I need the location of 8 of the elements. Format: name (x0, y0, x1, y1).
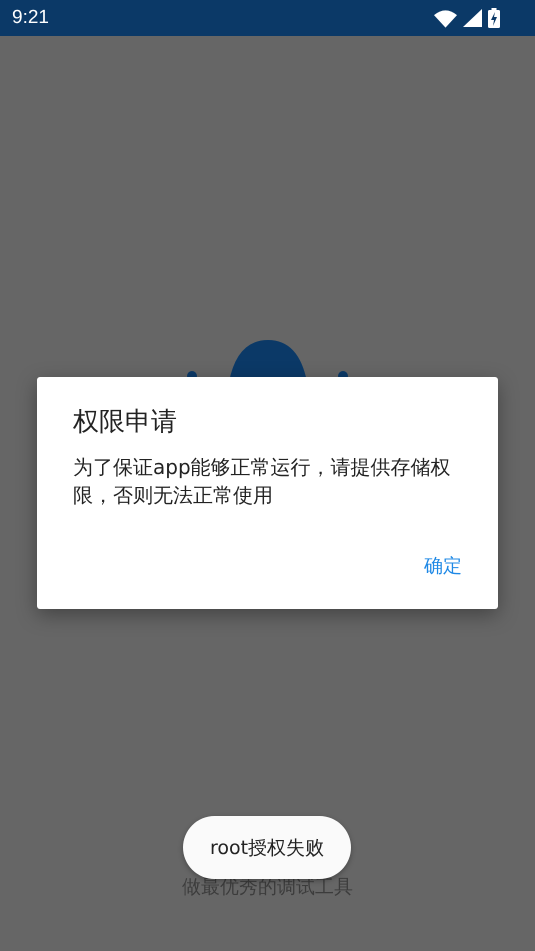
status-time: 9:21 (12, 7, 49, 29)
signal-icon (463, 9, 482, 27)
battery-charging-icon (488, 8, 500, 28)
dialog-title: 权限申请 (73, 406, 178, 439)
wifi-icon (434, 8, 457, 28)
dialog-message: 为了保证app能够正常运行，请提供存储权限，否则无法正常使用 (73, 454, 452, 509)
toast-message: root授权失败 (183, 816, 351, 879)
confirm-button[interactable]: 确定 (416, 545, 470, 587)
